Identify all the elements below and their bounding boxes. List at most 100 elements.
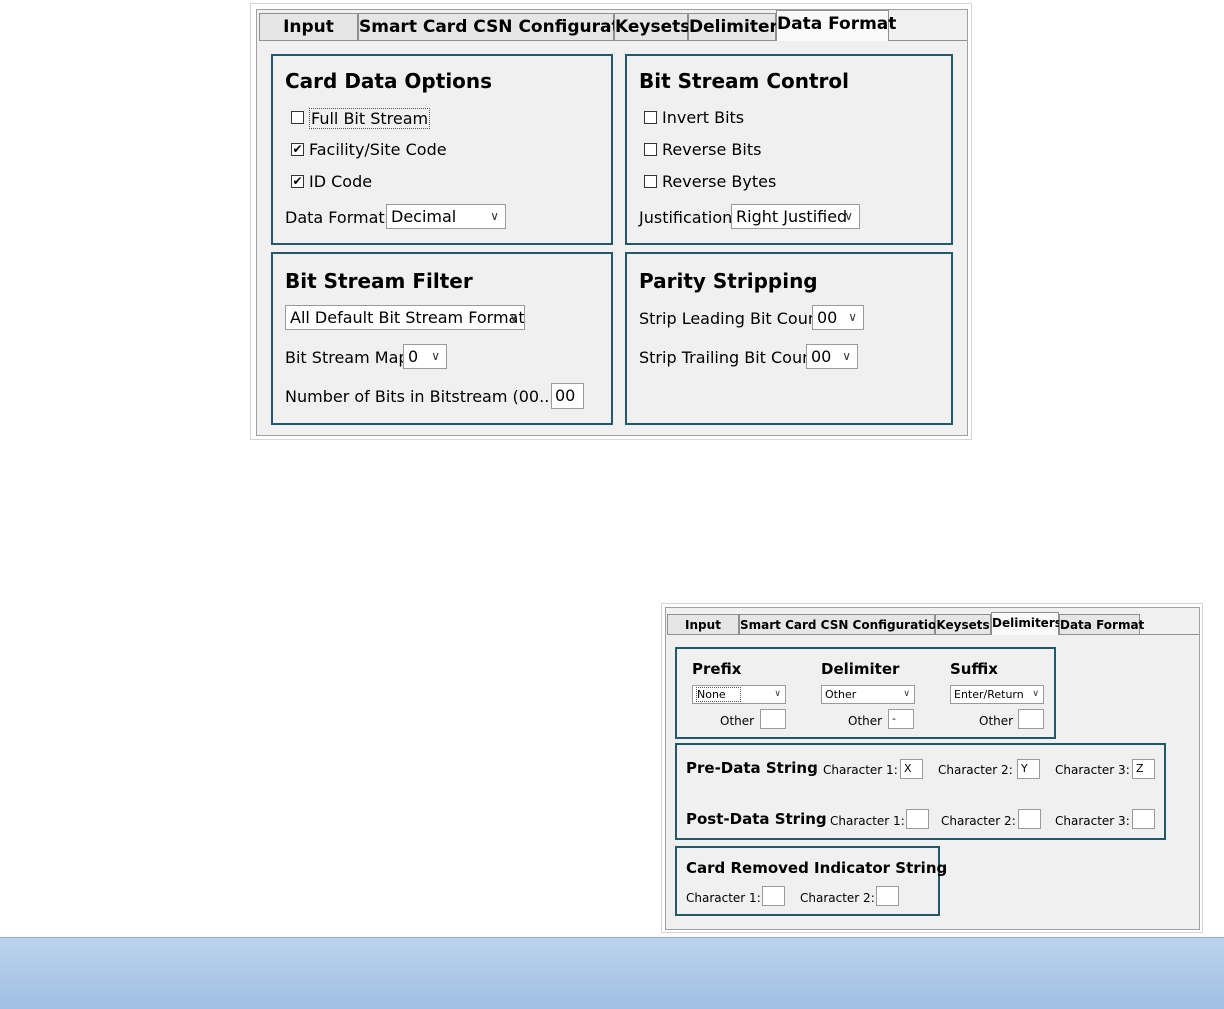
delimiter-other-input[interactable]: - bbox=[888, 709, 914, 729]
tab-divider bbox=[889, 40, 967, 41]
suffix-value: Enter/Return bbox=[954, 688, 1024, 701]
data-format-screenshot: Input Smart Card CSN Configuration Keyse… bbox=[250, 3, 972, 440]
tab-divider bbox=[259, 40, 776, 41]
chevron-down-icon: ∨ bbox=[431, 349, 440, 363]
removed-char1-input[interactable] bbox=[762, 886, 785, 906]
tab-input[interactable]: Input bbox=[259, 13, 358, 40]
pre-char1-input[interactable]: X bbox=[900, 759, 923, 779]
bit-stream-filter-title: Bit Stream Filter bbox=[285, 269, 473, 293]
id-code-checkbox[interactable]: ✔ bbox=[291, 175, 304, 188]
reverse-bits-label[interactable]: Reverse Bits bbox=[662, 140, 761, 159]
tab-data-format[interactable]: Data Format bbox=[776, 10, 896, 41]
parity-stripping-group: Parity Stripping Strip Leading Bit Count… bbox=[625, 252, 953, 425]
card-data-options-group: Card Data Options Full Bit Stream ✔ Faci… bbox=[271, 54, 613, 245]
prefix-select[interactable]: None ∨ bbox=[692, 685, 786, 704]
delimiters-window: Input Smart Card CSN Configuration Keyse… bbox=[665, 607, 1200, 930]
chevron-down-icon: ∨ bbox=[844, 209, 853, 223]
post-char3-label: Character 3: bbox=[1055, 814, 1130, 828]
tab-keysets[interactable]: Keysets bbox=[614, 13, 690, 40]
pre-char3-label: Character 3: bbox=[1055, 763, 1130, 777]
data-format-select[interactable]: Decimal ∨ bbox=[386, 204, 506, 229]
pre-data-string-title: Pre-Data String bbox=[686, 759, 818, 777]
delimiters-screenshot: Input Smart Card CSN Configuration Keyse… bbox=[661, 603, 1203, 933]
delimiter-select[interactable]: Other ∨ bbox=[821, 685, 915, 704]
invert-bits-checkbox[interactable] bbox=[644, 111, 657, 124]
bit-stream-map-label: Bit Stream Map bbox=[285, 348, 409, 367]
chevron-down-icon: ∨ bbox=[490, 209, 499, 223]
tab-divider bbox=[667, 634, 991, 635]
pre-char1-label: Character 1: bbox=[823, 763, 898, 777]
invert-bits-label[interactable]: Invert Bits bbox=[662, 108, 744, 127]
bit-stream-filter-value: All Default Bit Stream Formats bbox=[290, 308, 525, 327]
prefix-delimiter-suffix-group: Prefix Delimiter Suffix None ∨ Other ∨ E… bbox=[675, 647, 1056, 739]
bit-stream-map-select[interactable]: 0 ∨ bbox=[403, 344, 447, 369]
suffix-other-input[interactable] bbox=[1018, 709, 1044, 729]
chevron-down-icon: ∨ bbox=[774, 689, 781, 699]
post-char1-label: Character 1: bbox=[830, 814, 905, 828]
bit-stream-control-group: Bit Stream Control Invert Bits Reverse B… bbox=[625, 54, 953, 245]
post-char2-input[interactable] bbox=[1018, 809, 1041, 829]
card-removed-title: Card Removed Indicator String bbox=[686, 859, 948, 877]
checkmark-icon: ✔ bbox=[292, 142, 303, 156]
post-char2-label: Character 2: bbox=[941, 814, 1016, 828]
post-char3-input[interactable] bbox=[1132, 809, 1155, 829]
id-code-label[interactable]: ID Code bbox=[309, 172, 372, 191]
num-bits-label: Number of Bits in Bitstream (00...FF) bbox=[285, 387, 580, 406]
strip-leading-select[interactable]: 00 ∨ bbox=[812, 305, 864, 330]
prefix-other-input[interactable] bbox=[760, 709, 786, 729]
checkmark-icon: ✔ bbox=[292, 174, 303, 188]
reverse-bits-checkbox[interactable] bbox=[644, 143, 657, 156]
data-format-window: Input Smart Card CSN Configuration Keyse… bbox=[256, 9, 968, 436]
prefix-value: None bbox=[696, 687, 741, 702]
card-data-options-title: Card Data Options bbox=[285, 69, 493, 93]
bit-stream-filter-group: Bit Stream Filter All Default Bit Stream… bbox=[271, 252, 613, 425]
num-bits-input[interactable]: 00 bbox=[551, 383, 584, 409]
chevron-down-icon: ∨ bbox=[848, 310, 857, 324]
tab-input[interactable]: Input bbox=[667, 614, 739, 634]
tab-smart-card-csn[interactable]: Smart Card CSN Configuration bbox=[739, 614, 945, 634]
strip-leading-label: Strip Leading Bit Count bbox=[639, 309, 825, 328]
delimiter-title: Delimiter bbox=[821, 660, 900, 678]
reverse-bytes-label[interactable]: Reverse Bytes bbox=[662, 172, 776, 191]
chevron-down-icon: ∨ bbox=[509, 310, 518, 324]
pre-char2-input[interactable]: Y bbox=[1017, 759, 1040, 779]
post-data-string-title: Post-Data String bbox=[686, 810, 827, 828]
tab-keysets[interactable]: Keysets bbox=[935, 614, 991, 634]
suffix-select[interactable]: Enter/Return ∨ bbox=[950, 685, 1044, 704]
data-strings-group: Pre-Data String Character 1: X Character… bbox=[675, 743, 1166, 840]
delimiter-value: Other bbox=[825, 688, 857, 701]
tab-data-format[interactable]: Data Format bbox=[1059, 614, 1144, 634]
delimiter-other-label: Other bbox=[848, 714, 883, 728]
justification-select[interactable]: Right Justified ∨ bbox=[731, 204, 860, 229]
data-format-value: Decimal bbox=[391, 207, 457, 226]
tab-delimiters[interactable]: Delimiters bbox=[688, 13, 788, 40]
pre-char2-label: Character 2: bbox=[938, 763, 1013, 777]
removed-char2-input[interactable] bbox=[876, 886, 899, 906]
facility-site-code-label[interactable]: Facility/Site Code bbox=[309, 140, 447, 159]
justification-label: Justification bbox=[639, 208, 733, 227]
tab-divider bbox=[1059, 634, 1199, 635]
strip-leading-value: 00 bbox=[817, 308, 838, 327]
full-bit-stream-label[interactable]: Full Bit Stream bbox=[309, 108, 431, 129]
reverse-bytes-checkbox[interactable] bbox=[644, 175, 657, 188]
removed-char2-label: Character 2: bbox=[800, 891, 875, 905]
justification-value: Right Justified bbox=[736, 207, 848, 226]
post-char1-input[interactable] bbox=[906, 809, 929, 829]
strip-trailing-label: Strip Trailing Bit Count bbox=[639, 348, 819, 367]
tab-smart-card-csn[interactable]: Smart Card CSN Configuration bbox=[358, 13, 649, 40]
prefix-other-label: Other bbox=[720, 714, 755, 728]
parity-stripping-title: Parity Stripping bbox=[639, 269, 818, 293]
bit-stream-filter-select[interactable]: All Default Bit Stream Formats ∨ bbox=[285, 305, 525, 330]
suffix-title: Suffix bbox=[950, 660, 998, 678]
prefix-title: Prefix bbox=[692, 660, 742, 678]
strip-trailing-select[interactable]: 00 ∨ bbox=[806, 344, 858, 369]
removed-char1-label: Character 1: bbox=[686, 891, 761, 905]
pre-char3-input[interactable]: Z bbox=[1132, 759, 1155, 779]
facility-site-code-checkbox[interactable]: ✔ bbox=[291, 143, 304, 156]
tab-delimiters[interactable]: Delimiters bbox=[991, 612, 1062, 635]
chevron-down-icon: ∨ bbox=[1032, 689, 1039, 699]
full-bit-stream-checkbox[interactable] bbox=[291, 111, 304, 124]
chevron-down-icon: ∨ bbox=[903, 689, 910, 699]
footer-band bbox=[0, 937, 1224, 1009]
bit-stream-map-value: 0 bbox=[408, 347, 419, 366]
